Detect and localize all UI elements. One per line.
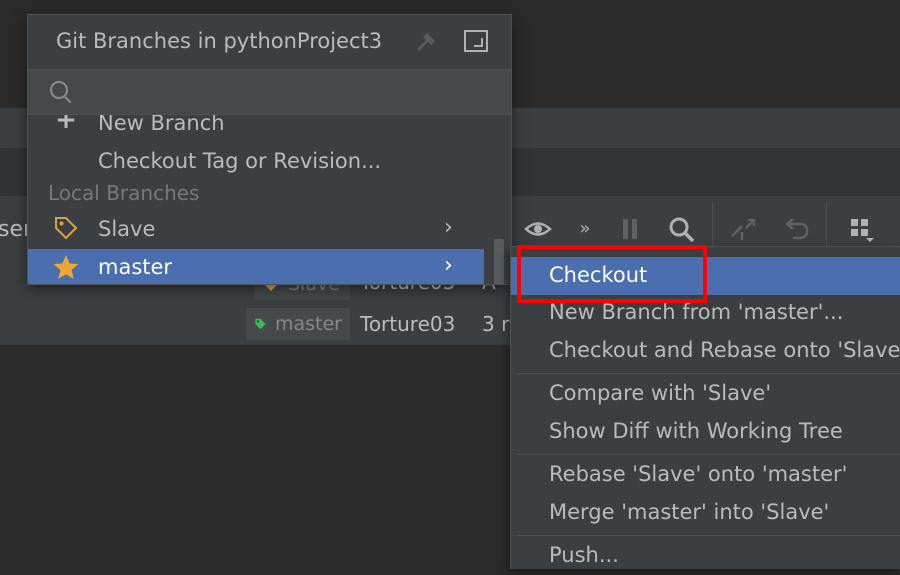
checkout-tag-item[interactable]: Checkout Tag or Revision... <box>28 143 484 181</box>
star-icon <box>52 253 80 284</box>
eye-icon[interactable] <box>523 214 553 244</box>
chevron-right-icon: › <box>444 253 453 278</box>
menu-separator <box>517 373 900 374</box>
popup-header: Git Branches in pythonProject3 <box>28 15 511 69</box>
menu-separator <box>517 454 900 455</box>
menu-separator <box>517 535 900 536</box>
git-branches-popup: Git Branches in pythonProject3 + New Bra… <box>27 14 512 285</box>
menu-item-checkout-and-rebase[interactable]: Checkout and Rebase onto 'Slave' <box>511 332 900 370</box>
plus-icon: + <box>55 115 77 135</box>
popup-title: Git Branches in pythonProject3 <box>56 29 383 53</box>
chevron-right-icon: › <box>444 215 453 240</box>
date-cell: 3 r <box>482 312 510 336</box>
scrollbar-thumb[interactable] <box>494 239 504 284</box>
branch-list: + New Branch Checkout Tag or Revision...… <box>28 115 511 284</box>
menu-item-compare[interactable]: Compare with 'Slave' <box>511 375 900 413</box>
branch-item-master[interactable]: master › <box>28 249 484 284</box>
revert-icon[interactable] <box>781 214 811 244</box>
menu-item-push[interactable]: Push... <box>511 537 900 575</box>
pin-icon[interactable] <box>414 30 438 60</box>
menu-item-merge[interactable]: Merge 'master' into 'Slave' <box>511 494 900 532</box>
search-icon[interactable] <box>666 214 696 244</box>
local-branches-header: Local Branches <box>48 181 200 205</box>
tag-icon <box>52 215 80 247</box>
branch-search-input[interactable] <box>80 76 504 110</box>
tag-icon <box>255 318 266 330</box>
author-cell: Torture03 <box>360 312 456 336</box>
toolbar-divider <box>712 202 713 250</box>
grid-options-icon[interactable] <box>846 214 876 244</box>
branch-label-master: master <box>246 308 350 340</box>
expand-icon[interactable] <box>464 30 488 52</box>
more-icon[interactable]: » <box>570 214 600 244</box>
branch-search-bar <box>28 69 511 115</box>
branch-item-slave[interactable]: Slave › <box>28 211 484 249</box>
toolbar-divider <box>826 202 827 250</box>
pause-icon[interactable] <box>615 214 645 244</box>
cherry-pick-icon[interactable] <box>728 214 758 244</box>
new-branch-item[interactable]: + New Branch <box>28 115 484 143</box>
search-icon <box>50 81 68 99</box>
menu-item-show-diff[interactable]: Show Diff with Working Tree <box>511 413 900 451</box>
annotation-highlight-box <box>517 245 707 303</box>
menu-item-rebase[interactable]: Rebase 'Slave' onto 'master' <box>511 456 900 494</box>
